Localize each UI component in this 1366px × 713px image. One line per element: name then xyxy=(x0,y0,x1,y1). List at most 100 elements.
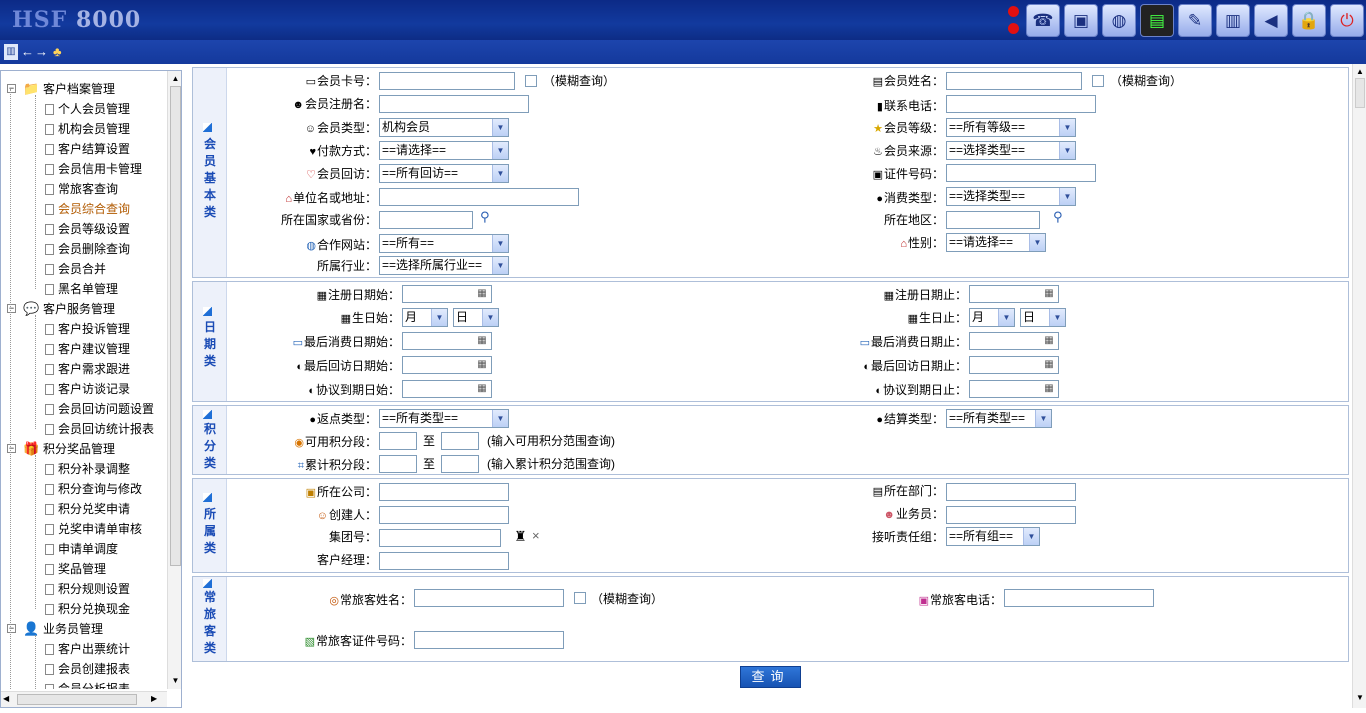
reg-name-input[interactable] xyxy=(379,95,529,113)
tree-item[interactable]: 客户出票统计 xyxy=(45,639,130,659)
group-picker-icon[interactable]: ♜ xyxy=(514,527,527,545)
tree-item[interactable]: 客户建议管理 xyxy=(45,339,130,359)
bday-end-month-select[interactable]: 月 ▼ xyxy=(969,308,1015,327)
tree-item[interactable]: 客户需求跟进 xyxy=(45,359,130,379)
tree-item[interactable]: 积分查询与修改 xyxy=(45,479,142,499)
tree-item[interactable]: 会员信用卡管理 xyxy=(45,159,142,179)
tree-item[interactable]: 积分兑换现金 xyxy=(45,599,130,619)
country-search-icon[interactable]: ⚲ xyxy=(480,209,490,225)
region-search-icon[interactable]: ⚲ xyxy=(1053,209,1063,225)
query-button[interactable]: 查询 xyxy=(740,666,801,688)
collapse-icon[interactable]: − xyxy=(7,444,16,453)
tree-item[interactable]: 会员删除查询 xyxy=(45,239,130,259)
last-visit-end-input[interactable]: ▦ xyxy=(969,356,1059,374)
traveler-fuzzy-checkbox[interactable] xyxy=(574,592,586,604)
tree-category[interactable]: − 💬 客户服务管理 xyxy=(7,299,115,319)
accum-to-input[interactable] xyxy=(441,455,479,473)
name-fuzzy-checkbox[interactable] xyxy=(1092,75,1104,87)
last-consume-start-input[interactable]: ▦ xyxy=(402,332,492,350)
frame-toggle-icon[interactable]: ▥ xyxy=(4,44,18,60)
tree-item[interactable]: 常旅客查询 xyxy=(45,179,118,199)
tree-item[interactable]: 积分规则设置 xyxy=(45,579,130,599)
agree-end-input[interactable]: ▦ xyxy=(969,380,1059,398)
users-icon[interactable]: ♣ xyxy=(53,44,62,60)
lock-icon[interactable]: 🔒 xyxy=(1292,4,1326,37)
company-input[interactable] xyxy=(379,483,509,501)
collapse-icon[interactable]: − xyxy=(7,624,16,633)
tree-item[interactable]: 会员创建报表 xyxy=(45,659,130,679)
terminal-icon[interactable]: ▤ xyxy=(1140,4,1174,37)
visit-select[interactable]: ==所有回访== ▼ xyxy=(379,164,509,183)
last-consume-end-input[interactable]: ▦ xyxy=(969,332,1059,350)
card-fuzzy-checkbox[interactable] xyxy=(525,75,537,87)
phone-input[interactable] xyxy=(946,95,1096,113)
cert-input[interactable] xyxy=(946,164,1096,182)
megaphone-icon[interactable]: ◀ xyxy=(1254,4,1288,37)
dept-input[interactable] xyxy=(946,483,1076,501)
card-no-input[interactable] xyxy=(379,72,515,90)
traveler-phone-input[interactable] xyxy=(1004,589,1154,607)
listen-select[interactable]: ==所有组== ▼ xyxy=(946,527,1040,546)
collapse-icon[interactable]: − xyxy=(7,304,16,313)
gender-select[interactable]: ==请选择== ▼ xyxy=(946,233,1046,252)
sidebar-hscroll[interactable]: ◀ ▶ xyxy=(1,691,167,707)
phone-icon[interactable]: ☎ xyxy=(1026,4,1060,37)
source-select[interactable]: ==选择类型== ▼ xyxy=(946,141,1076,160)
tree-item[interactable]: 机构会员管理 xyxy=(45,119,130,139)
site-select[interactable]: ==所有== ▼ xyxy=(379,234,509,253)
tree-category[interactable]: − 🎁 积分奖品管理 xyxy=(7,439,115,459)
tree-item[interactable]: 积分补录调整 xyxy=(45,459,130,479)
globe-icon[interactable]: ◍ xyxy=(1102,4,1136,37)
tree-item[interactable]: 黑名单管理 xyxy=(45,279,118,299)
rebate-select[interactable]: ==所有类型== ▼ xyxy=(379,409,509,428)
tree-item[interactable]: 会员等级设置 xyxy=(45,219,130,239)
sidebar-vscroll[interactable]: ▲ ▼ xyxy=(167,71,181,689)
avail-from-input[interactable] xyxy=(379,432,417,450)
tree-item[interactable]: 申请单调度 xyxy=(45,539,118,559)
creator-input[interactable] xyxy=(379,506,509,524)
books-icon[interactable]: ▥ xyxy=(1216,4,1250,37)
traveler-name-input[interactable] xyxy=(414,589,564,607)
member-name-input[interactable] xyxy=(946,72,1082,90)
group-input[interactable] xyxy=(379,529,501,547)
accum-from-input[interactable] xyxy=(379,455,417,473)
reg-end-input[interactable]: ▦ xyxy=(969,285,1059,303)
tree-item[interactable]: 奖品管理 xyxy=(45,559,106,579)
back-icon[interactable]: ← xyxy=(21,44,34,60)
avail-to-input[interactable] xyxy=(441,432,479,450)
tree-item[interactable]: 客户结算设置 xyxy=(45,139,130,159)
last-visit-start-input[interactable]: ▦ xyxy=(402,356,492,374)
bday-end-day-select[interactable]: 日 ▼ xyxy=(1020,308,1066,327)
member-level-select[interactable]: ==所有等级== ▼ xyxy=(946,118,1076,137)
forward-icon[interactable]: → xyxy=(35,44,48,60)
monitor-icon[interactable]: ▣ xyxy=(1064,4,1098,37)
tree-item[interactable]: 客户访谈记录 xyxy=(45,379,130,399)
region-input[interactable] xyxy=(946,211,1040,229)
tree-item[interactable]: 兑奖申请单审核 xyxy=(45,519,142,539)
reg-start-input[interactable]: ▦ xyxy=(402,285,492,303)
tree-category[interactable]: − 📁 客户档案管理 xyxy=(7,79,115,99)
tree-item[interactable]: 积分兑奖申请 xyxy=(45,499,130,519)
settle-select[interactable]: ==所有类型== ▼ xyxy=(946,409,1052,428)
power-icon[interactable]: ⏻ xyxy=(1330,4,1364,37)
salesman-input[interactable] xyxy=(946,506,1076,524)
consume-select[interactable]: ==选择类型== ▼ xyxy=(946,187,1076,206)
bday-start-month-select[interactable]: 月 ▼ xyxy=(402,308,448,327)
tree-item[interactable]: 会员回访统计报表 xyxy=(45,419,154,439)
manager-input[interactable] xyxy=(379,552,509,570)
member-type-select[interactable]: 机构会员 ▼ xyxy=(379,118,509,137)
country-input[interactable] xyxy=(379,211,473,229)
tree-item[interactable]: 会员分析报表 xyxy=(45,679,130,689)
unit-input[interactable] xyxy=(379,188,579,206)
agree-start-input[interactable]: ▦ xyxy=(402,380,492,398)
tree-item[interactable]: 会员综合查询 xyxy=(45,199,130,219)
collapse-icon[interactable]: − xyxy=(7,84,16,93)
tree-item[interactable]: 会员合并 xyxy=(45,259,106,279)
pay-select[interactable]: ==请选择== ▼ xyxy=(379,141,509,160)
tree-item[interactable]: 个人会员管理 xyxy=(45,99,130,119)
notepad-icon[interactable]: ✎ xyxy=(1178,4,1212,37)
tree-item[interactable]: 会员回访问题设置 xyxy=(45,399,154,419)
industry-select[interactable]: ==选择所属行业== ▼ xyxy=(379,256,509,275)
bday-start-day-select[interactable]: 日 ▼ xyxy=(453,308,499,327)
traveler-cert-input[interactable] xyxy=(414,631,564,649)
